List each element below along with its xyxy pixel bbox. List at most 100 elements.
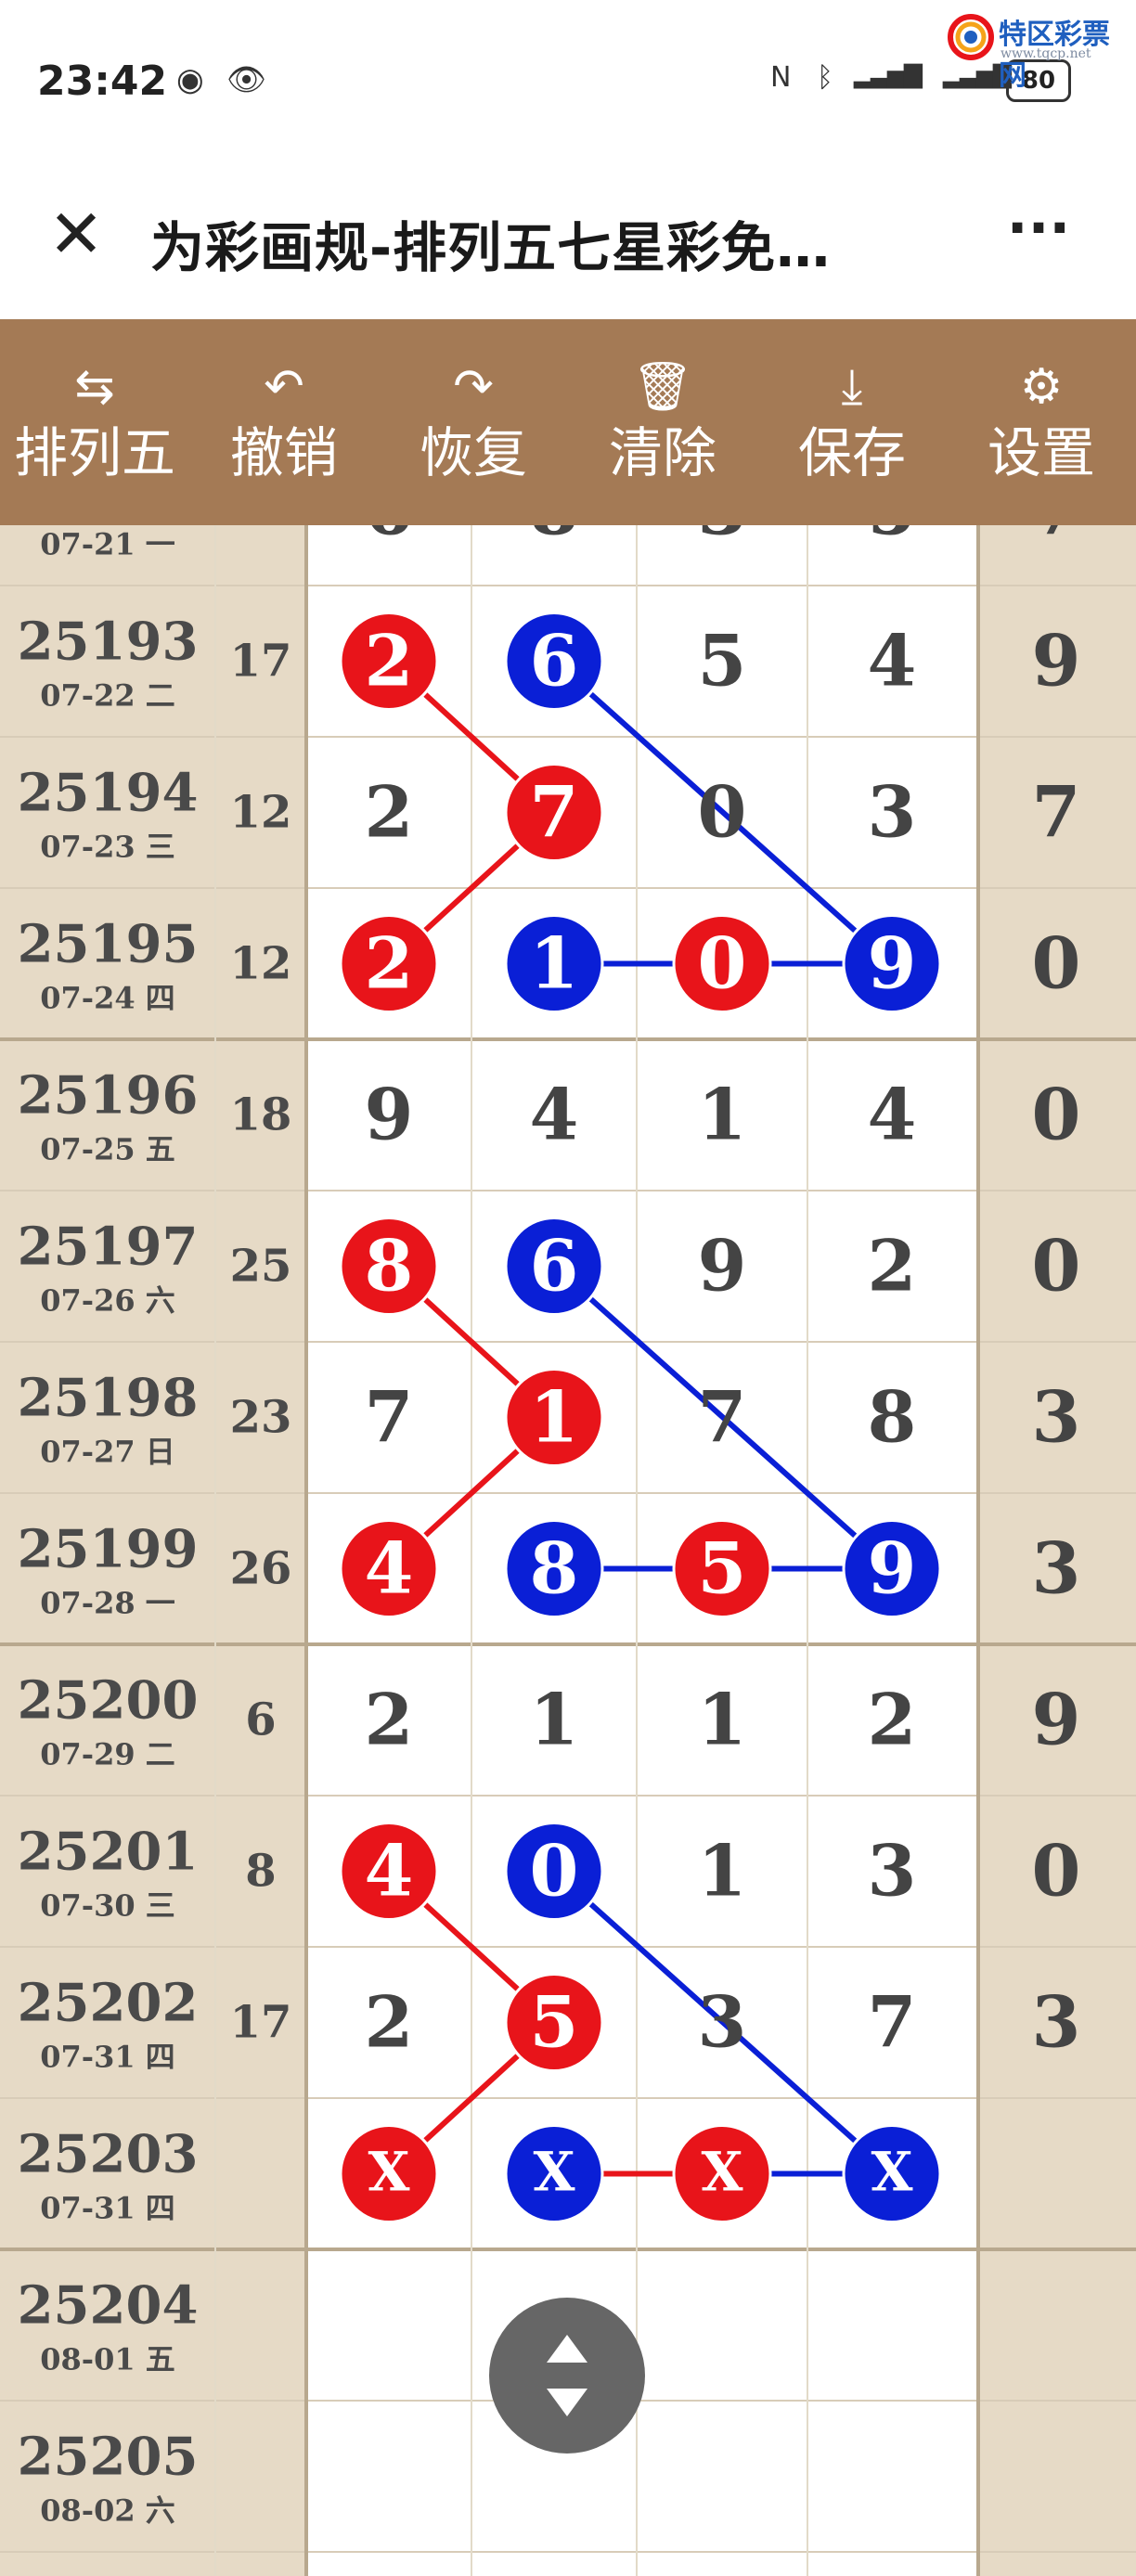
marked-digit: 7	[530, 771, 579, 854]
close-button[interactable]: ✕	[37, 195, 115, 273]
digit-cell: 9	[365, 1074, 414, 1156]
digit-cell: 4	[530, 1074, 579, 1156]
nfc-icon: N	[770, 61, 792, 94]
scroll-toggle-button[interactable]	[489, 2298, 645, 2454]
marked-digit: 6	[530, 1225, 579, 1307]
issue-number: 25198	[18, 1368, 199, 1429]
issue-date: 07-26 六	[40, 1283, 175, 1319]
marked-digit: 2	[365, 922, 414, 1005]
issue-date: 07-25 五	[40, 1132, 175, 1167]
trash-icon: 🗑	[631, 359, 693, 415]
digit-cell: 2	[365, 1679, 414, 1761]
fifth-digit: 0	[1032, 1225, 1081, 1307]
toolbar-button-undo[interactable]: ↶ 撤销	[189, 319, 379, 525]
drawing-canvas[interactable]: 2519207-21 一22683572519307-22 二172654925…	[0, 525, 1136, 2576]
toolbar-button-download[interactable]: ⤓ 保存	[757, 319, 947, 525]
digit-sum: 22	[230, 525, 292, 536]
more-icon: ···	[1006, 196, 1071, 261]
digit-cell: 1	[698, 1830, 747, 1913]
fifth-digit: 7	[1032, 771, 1081, 854]
digit-cell: 1	[698, 1679, 747, 1761]
chart-grid[interactable]: 2519207-21 一22683572519307-22 二172654925…	[0, 525, 1136, 2576]
issue-number: 25197	[18, 1217, 199, 1278]
marked-digit: 1	[530, 922, 579, 1005]
marked-digit: 9	[868, 1527, 917, 1610]
issue-number: 25194	[18, 763, 199, 824]
digit-cell: 6	[365, 525, 414, 551]
digit-sum: 23	[230, 1392, 292, 1444]
digit-cell: 8	[530, 525, 579, 551]
issue-date: 08-02 六	[40, 2493, 175, 2529]
digit-cell: 0	[698, 771, 747, 854]
marked-digit: X	[368, 2141, 409, 2204]
marked-digit: 4	[365, 1830, 414, 1913]
marked-digit: 2	[365, 620, 414, 702]
marked-digit: X	[871, 2141, 912, 2204]
toolbar-label: 清除	[608, 421, 716, 484]
watermark-logo: 特区彩票网 www.tqcp.net	[945, 6, 1130, 92]
issue-date: 07-27 日	[40, 1435, 175, 1470]
watermark-url: www.tqcp.net	[1000, 46, 1091, 61]
fifth-digit: 3	[1032, 1981, 1081, 2064]
digit-cell: 8	[868, 1376, 917, 1459]
digit-sum: 12	[230, 938, 292, 990]
toolbar: ⇆ 排列五 ↶ 撤销 ↷ 恢复 🗑 清除 ⤓ 保存 ⚙ 设置	[0, 319, 1136, 525]
issue-date: 07-22 二	[40, 678, 175, 714]
digit-cell: 5	[868, 525, 917, 551]
watermark-swirl-icon	[948, 14, 994, 60]
issue-number: 25205	[18, 2427, 199, 2488]
issue-date: 07-21 一	[40, 527, 175, 562]
toolbar-label: 恢复	[419, 421, 527, 484]
issue-date: 07-24 四	[40, 981, 175, 1016]
issue-date: 07-31 四	[40, 2040, 175, 2075]
issue-date: 07-23 三	[40, 830, 175, 865]
digit-cell: 7	[868, 1981, 917, 2064]
digit-cell: 7	[365, 1376, 414, 1459]
toolbar-button-gear[interactable]: ⚙ 设置	[947, 319, 1136, 525]
eye-icon: 👁	[226, 61, 267, 98]
marked-digit: 9	[868, 922, 917, 1005]
digit-sum: 17	[230, 636, 292, 688]
more-button[interactable]: ···	[988, 195, 1090, 273]
fifth-digit: 7	[1032, 525, 1081, 551]
marked-digit: 8	[365, 1225, 414, 1307]
toolbar-label: 排列五	[13, 421, 175, 484]
marked-digit: 8	[530, 1527, 579, 1610]
issue-number: 25196	[18, 1065, 199, 1127]
fifth-digit: 3	[1032, 1527, 1081, 1610]
redo-icon: ↷	[453, 359, 494, 415]
toolbar-label: 撤销	[229, 421, 338, 484]
title-bar: ✕ 为彩画规-排列五七星彩免… ···	[0, 167, 1136, 319]
issue-date: 08-01 五	[40, 2342, 175, 2377]
digit-sum: 18	[230, 1089, 292, 1141]
toolbar-button-trash[interactable]: 🗑 清除	[568, 319, 757, 525]
close-icon: ✕	[47, 195, 105, 273]
swap-icon: ⇆	[74, 359, 115, 415]
issue-date: 07-29 二	[40, 1737, 175, 1772]
digit-cell: 2	[365, 771, 414, 854]
marked-digit: 4	[365, 1527, 414, 1610]
digit-cell: 3	[868, 1830, 917, 1913]
fifth-digit: 0	[1032, 922, 1081, 1005]
issue-number: 25201	[18, 1822, 199, 1883]
issue-number: 25200	[18, 1670, 199, 1732]
marked-digit: 5	[530, 1981, 579, 2064]
fifth-digit: 0	[1032, 1074, 1081, 1156]
toolbar-button-swap[interactable]: ⇆ 排列五	[0, 319, 189, 525]
download-icon: ⤓	[841, 359, 863, 415]
digit-cell: 3	[698, 525, 747, 551]
marked-digit: X	[701, 2141, 742, 2204]
digit-cell: 2	[868, 1679, 917, 1761]
toolbar-button-redo[interactable]: ↷ 恢复	[379, 319, 568, 525]
digit-cell: 3	[698, 1981, 747, 2064]
digit-sum: 8	[245, 1846, 276, 1898]
issue-number: 25203	[18, 2124, 199, 2185]
undo-icon: ↶	[264, 359, 304, 415]
marked-digit: 0	[698, 922, 747, 1005]
marked-digit: X	[533, 2141, 574, 2204]
digit-cell: 7	[698, 1376, 747, 1459]
digit-cell: 5	[698, 620, 747, 702]
issue-date: 07-28 一	[40, 1586, 175, 1621]
digit-sum: 12	[230, 787, 292, 839]
marked-digit: 1	[530, 1376, 579, 1459]
